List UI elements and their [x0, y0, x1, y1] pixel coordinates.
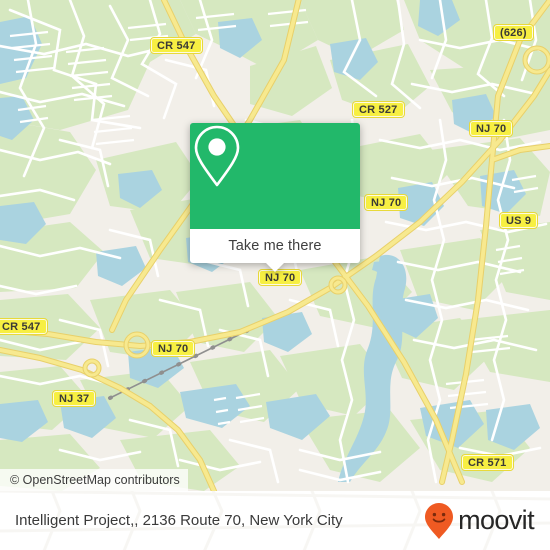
road-shield-626: (626) [493, 24, 534, 41]
footer-bar: Intelligent Project,, 2136 Route 70, New… [0, 491, 550, 550]
road-shield-nj-70-marker: NJ 70 [257, 269, 303, 286]
road-shield-cr-571: CR 571 [461, 454, 514, 471]
popup-footer[interactable]: Take me there [190, 229, 360, 272]
footer-content: Intelligent Project,, 2136 Route 70, New… [0, 491, 550, 550]
road-shield-cr-547-north: CR 547 [150, 37, 203, 54]
road-shield-us-9: US 9 [498, 212, 539, 229]
location-popup[interactable]: Take me there [190, 123, 360, 272]
osm-attribution[interactable]: © OpenStreetMap contributors [0, 469, 188, 491]
road-shield-nj-37: NJ 37 [51, 390, 97, 407]
map-canvas[interactable]: CR 547 (626) CR 527 NJ 70 NJ 70 US 9 NJ … [0, 0, 550, 491]
road-shield-cr-547-west: CR 547 [0, 318, 48, 335]
map-pin-icon [194, 125, 240, 187]
take-me-there-label: Take me there [228, 238, 322, 254]
road-shield-nj-70-center: NJ 70 [363, 194, 409, 211]
moovit-smiley-pin-icon [425, 502, 454, 539]
road-shield-cr-527: CR 527 [352, 101, 405, 118]
popup-pointer-tail [265, 262, 285, 272]
popup-header [190, 123, 360, 229]
moovit-map-screen: CR 547 (626) CR 527 NJ 70 NJ 70 US 9 NJ … [0, 0, 550, 550]
road-shield-nj-70-west: NJ 70 [150, 340, 196, 357]
road-shield-nj-70-east: NJ 70 [468, 120, 514, 137]
moovit-logo[interactable]: moovit [424, 502, 535, 540]
moovit-wordmark: moovit [458, 505, 535, 535]
location-address: Intelligent Project,, 2136 Route 70, New… [15, 512, 343, 529]
